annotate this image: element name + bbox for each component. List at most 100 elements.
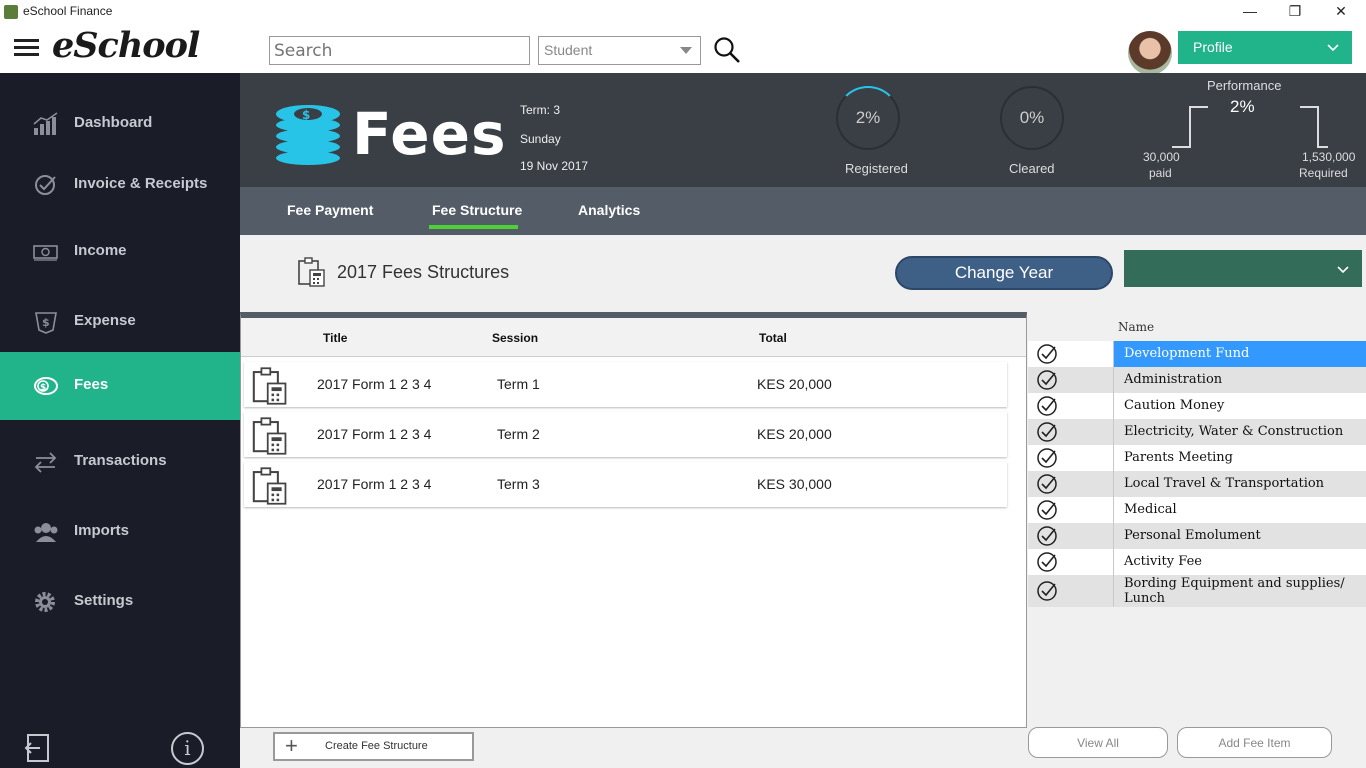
search-filter-select[interactable]: Student bbox=[538, 36, 701, 65]
sidebar-item-expense[interactable]: $ Expense bbox=[0, 288, 240, 356]
search-icon[interactable] bbox=[713, 36, 741, 64]
fee-item-name: Administration bbox=[1124, 372, 1223, 387]
fee-item-row[interactable]: Administration bbox=[1028, 367, 1366, 393]
registered-label: Registered bbox=[845, 161, 908, 176]
check-circle-icon bbox=[1037, 422, 1057, 442]
fee-item-row[interactable]: Bording Equipment and supplies/ Lunch bbox=[1028, 575, 1366, 607]
check-circle-icon bbox=[35, 175, 56, 195]
row-title: 2017 Form 1 2 3 4 bbox=[317, 476, 432, 492]
sidebar-item-invoice-receipts[interactable]: Invoice & Receipts bbox=[0, 151, 240, 219]
sidebar-item-settings[interactable]: Settings bbox=[0, 568, 240, 636]
coins-icon: $ bbox=[34, 377, 58, 395]
create-fee-structure-label: Create Fee Structure bbox=[325, 740, 428, 752]
fee-item-row[interactable]: Activity Fee bbox=[1028, 549, 1366, 575]
row-total: KES 20,000 bbox=[757, 376, 832, 392]
sidebar-item-imports[interactable]: Imports bbox=[0, 498, 240, 566]
fee-item-row[interactable]: Caution Money bbox=[1028, 393, 1366, 419]
fee-item-name: Development Fund bbox=[1114, 341, 1366, 367]
required-label: Required bbox=[1299, 166, 1348, 180]
fee-item-name: Electricity, Water & Construction bbox=[1124, 424, 1344, 439]
tab-analytics[interactable]: Analytics bbox=[578, 202, 640, 218]
fee-item-name: Medical bbox=[1124, 502, 1177, 517]
fee-items-list: Name Development Fund Administration Cauti… bbox=[1028, 312, 1366, 612]
fee-item-name: Parents Meeting bbox=[1124, 450, 1233, 465]
hamburger-menu-icon[interactable] bbox=[14, 39, 39, 57]
tab-fee-payment[interactable]: Fee Payment bbox=[287, 202, 373, 218]
check-circle-icon bbox=[1037, 370, 1057, 390]
profile-dropdown[interactable]: Profile bbox=[1178, 31, 1352, 64]
app-icon bbox=[4, 5, 18, 19]
users-icon bbox=[34, 523, 58, 542]
table-row[interactable]: 2017 Form 1 2 3 4 Term 2 KES 20,000 bbox=[244, 412, 1007, 457]
fees-coins-icon: $ bbox=[276, 105, 340, 165]
sidebar-item-dashboard[interactable]: Dashboard bbox=[0, 90, 240, 158]
row-session: Term 3 bbox=[497, 476, 540, 492]
fee-structure-icon bbox=[252, 417, 287, 455]
check-circle-icon bbox=[1037, 396, 1057, 416]
logout-icon[interactable] bbox=[24, 733, 52, 763]
money-icon bbox=[33, 245, 58, 261]
change-year-button[interactable]: Change Year bbox=[895, 256, 1113, 290]
expense-icon: $ bbox=[35, 312, 57, 334]
registered-progress-ring: 2% bbox=[836, 86, 900, 150]
fee-item-checkbox[interactable] bbox=[1028, 341, 1114, 367]
view-all-button[interactable]: View All bbox=[1028, 727, 1168, 758]
fee-item-checkbox[interactable] bbox=[1028, 393, 1114, 419]
banner-title: Fees bbox=[352, 100, 507, 168]
add-fee-item-button[interactable]: Add Fee Item bbox=[1177, 727, 1332, 758]
fee-item-checkbox[interactable] bbox=[1028, 575, 1114, 607]
close-button[interactable]: ✕ bbox=[1318, 0, 1364, 24]
year-select[interactable] bbox=[1124, 250, 1362, 287]
svg-text:$: $ bbox=[42, 316, 50, 329]
window-titlebar: eSchool Finance — ❐ ✕ bbox=[0, 0, 1366, 24]
fee-item-name: Local Travel & Transportation bbox=[1124, 476, 1325, 491]
fee-item-row[interactable]: Personal Emolument bbox=[1028, 523, 1366, 549]
tab-bar: Fee Payment Fee Structure Analytics bbox=[240, 187, 1366, 235]
sidebar: Dashboard Invoice & Receipts Income $ Ex… bbox=[0, 73, 240, 768]
sidebar-item-transactions[interactable]: Transactions bbox=[0, 428, 240, 496]
row-title: 2017 Form 1 2 3 4 bbox=[317, 376, 432, 392]
performance-label: Performance bbox=[1207, 78, 1282, 93]
fee-structure-icon bbox=[252, 467, 287, 505]
fee-item-checkbox[interactable] bbox=[1028, 497, 1114, 523]
fee-item-row[interactable]: Parents Meeting bbox=[1028, 445, 1366, 471]
row-title: 2017 Form 1 2 3 4 bbox=[317, 426, 432, 442]
row-total: KES 30,000 bbox=[757, 476, 832, 492]
sidebar-item-label: Transactions bbox=[74, 452, 167, 469]
row-session: Term 1 bbox=[497, 376, 540, 392]
row-total: KES 20,000 bbox=[757, 426, 832, 442]
fee-item-checkbox[interactable] bbox=[1028, 419, 1114, 445]
fee-item-checkbox[interactable] bbox=[1028, 445, 1114, 471]
sidebar-item-label: Invoice & Receipts bbox=[74, 175, 208, 192]
fee-item-row[interactable]: Medical bbox=[1028, 497, 1366, 523]
fee-item-checkbox[interactable] bbox=[1028, 523, 1114, 549]
fee-item-checkbox[interactable] bbox=[1028, 549, 1114, 575]
search-input[interactable] bbox=[269, 36, 530, 65]
tab-fee-structure[interactable]: Fee Structure bbox=[432, 202, 522, 218]
paid-amount: 30,000 bbox=[1143, 150, 1180, 164]
fee-item-checkbox[interactable] bbox=[1028, 367, 1114, 393]
avatar[interactable] bbox=[1128, 31, 1172, 75]
maximize-button[interactable]: ❐ bbox=[1272, 0, 1318, 24]
table-row[interactable]: 2017 Form 1 2 3 4 Term 3 KES 30,000 bbox=[244, 462, 1007, 507]
fee-item-row[interactable]: Development Fund bbox=[1028, 341, 1366, 367]
sidebar-item-label: Imports bbox=[74, 522, 130, 539]
sidebar-item-fees[interactable]: $ Fees bbox=[0, 352, 240, 420]
sidebar-item-income[interactable]: Income bbox=[0, 218, 240, 286]
fee-item-row[interactable]: Local Travel & Transportation bbox=[1028, 471, 1366, 497]
svg-text:$: $ bbox=[40, 383, 46, 393]
table-row[interactable]: 2017 Form 1 2 3 4 Term 1 KES 20,000 bbox=[244, 362, 1007, 407]
minimize-button[interactable]: — bbox=[1227, 0, 1273, 24]
day-label: Sunday bbox=[520, 132, 561, 146]
check-circle-icon bbox=[1037, 474, 1057, 494]
fee-item-checkbox[interactable] bbox=[1028, 471, 1114, 497]
info-icon[interactable]: i bbox=[171, 732, 204, 765]
active-tab-indicator bbox=[429, 225, 518, 229]
date-label: 19 Nov 2017 bbox=[520, 159, 589, 173]
fee-structures-table: Title Session Total 2017 Form 1 2 3 4 Te… bbox=[240, 312, 1027, 728]
fee-item-name: Caution Money bbox=[1124, 398, 1225, 413]
fee-item-row[interactable]: Electricity, Water & Construction bbox=[1028, 419, 1366, 445]
search-filter-value: Student bbox=[544, 42, 593, 58]
create-fee-structure-button[interactable]: + Create Fee Structure bbox=[273, 732, 474, 761]
column-total: Total bbox=[759, 331, 787, 345]
